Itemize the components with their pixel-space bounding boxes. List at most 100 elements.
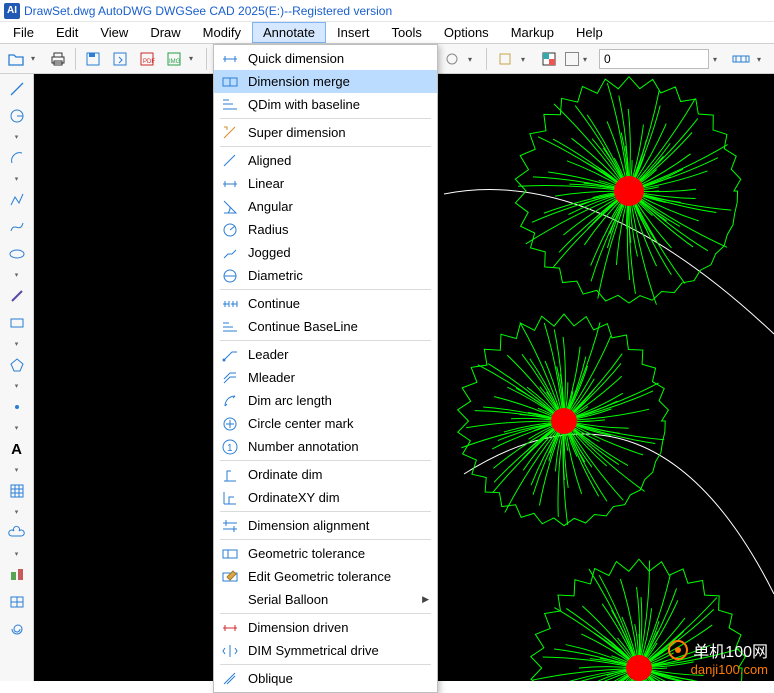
menu-item-linear[interactable]: Linear	[214, 172, 437, 195]
menu-item-continue-baseline[interactable]: Continue BaseLine	[214, 315, 437, 338]
saveas-button[interactable]	[108, 47, 132, 71]
menu-item-angular[interactable]: Angular	[214, 195, 437, 218]
menu-item-label: Edit Geometric tolerance	[248, 569, 429, 584]
menu-separator	[220, 664, 431, 665]
menu-view[interactable]: View	[89, 22, 139, 43]
annotate-menu: Quick dimensionDimension mergeQDim with …	[213, 44, 438, 693]
lineweight-dropdown[interactable]: ▾	[713, 55, 725, 64]
menu-item-number-annotation[interactable]: 1Number annotation	[214, 435, 437, 458]
polygon-tool-dd[interactable]: ▾	[5, 381, 29, 391]
menu-item-label: Dimension driven	[248, 620, 429, 635]
dimdrv-icon	[220, 619, 240, 637]
color-swatch[interactable]	[537, 47, 561, 71]
point-tool-dd[interactable]: ▾	[5, 423, 29, 433]
arc-tool[interactable]	[5, 147, 29, 169]
menu-markup[interactable]: Markup	[500, 22, 565, 43]
text-tool[interactable]: A	[5, 438, 29, 460]
menu-item-geometric-tolerance[interactable]: Geometric tolerance	[214, 542, 437, 565]
menu-options[interactable]: Options	[433, 22, 500, 43]
polygon-tool[interactable]	[5, 354, 29, 376]
menu-item-quick-dimension[interactable]: Quick dimension	[214, 47, 437, 70]
menu-edit[interactable]: Edit	[45, 22, 89, 43]
sdim-icon	[220, 124, 240, 142]
ellipse-tool-dd[interactable]: ▾	[5, 270, 29, 280]
menu-item-dimension-driven[interactable]: Dimension driven	[214, 616, 437, 639]
menu-item-dimension-alignment[interactable]: Dimension alignment	[214, 514, 437, 537]
arc-tool-dd[interactable]: ▾	[5, 174, 29, 184]
menu-tools[interactable]: Tools	[381, 22, 433, 43]
paint-dropdown[interactable]: ▾	[521, 55, 533, 64]
menu-modify[interactable]: Modify	[192, 22, 252, 43]
menu-item-edit-geometric-tolerance[interactable]: Edit Geometric tolerance	[214, 565, 437, 588]
line-tool[interactable]	[5, 78, 29, 100]
save-button[interactable]	[81, 47, 105, 71]
ellipse-tool[interactable]	[5, 243, 29, 265]
sballoon-icon	[220, 591, 240, 609]
layer-dropdown[interactable]: ▾	[468, 55, 480, 64]
cloud-tool-dd[interactable]: ▾	[5, 549, 29, 559]
circle-tool[interactable]	[5, 105, 29, 127]
color-box[interactable]	[565, 52, 579, 66]
hatch-tool[interactable]	[5, 480, 29, 502]
align-icon	[220, 152, 240, 170]
menu-item-dim-arc-length[interactable]: Dim arc length	[214, 389, 437, 412]
measure-distance-button[interactable]	[729, 47, 753, 71]
spiral-tool[interactable]	[5, 618, 29, 640]
menu-item-label: Aligned	[248, 153, 429, 168]
export-dropdown[interactable]: ▾	[189, 54, 201, 63]
menu-item-label: Radius	[248, 222, 429, 237]
menu-file[interactable]: File	[2, 22, 45, 43]
cloud-tool[interactable]	[5, 522, 29, 544]
menu-item-dim-symmetrical-drive[interactable]: DIM Symmetrical drive	[214, 639, 437, 662]
menu-annotate[interactable]: Annotate	[252, 22, 326, 43]
menu-item-serial-balloon[interactable]: Serial Balloon▶	[214, 588, 437, 611]
menu-item-leader[interactable]: Leader	[214, 343, 437, 366]
rectangle-tool-dd[interactable]: ▾	[5, 339, 29, 349]
layer-icon[interactable]	[440, 47, 464, 71]
polyline-tool[interactable]	[5, 189, 29, 211]
block-tool[interactable]	[5, 564, 29, 586]
lineweight-input[interactable]: 0	[599, 49, 709, 69]
menu-separator	[220, 613, 431, 614]
title-bar: AI DrawSet.dwg AutoDWG DWGSee CAD 2025(E…	[0, 0, 774, 22]
toolbar-separator-2	[206, 48, 207, 70]
dimalign-icon	[220, 517, 240, 535]
menu-item-oblique[interactable]: Oblique	[214, 667, 437, 690]
spline-tool[interactable]	[5, 216, 29, 238]
hatch-tool-dd[interactable]: ▾	[5, 507, 29, 517]
open-button[interactable]	[4, 47, 28, 71]
measure-dropdown[interactable]: ▾	[757, 55, 769, 64]
menu-item-ordinate-dim[interactable]: Ordinate dim	[214, 463, 437, 486]
leader-icon	[220, 346, 240, 364]
open-dropdown[interactable]: ▾	[31, 54, 43, 63]
menu-item-circle-center-mark[interactable]: Circle center mark	[214, 412, 437, 435]
menu-item-jogged[interactable]: Jogged	[214, 241, 437, 264]
menu-item-super-dimension[interactable]: Super dimension	[214, 121, 437, 144]
menu-insert[interactable]: Insert	[326, 22, 381, 43]
menu-separator	[220, 146, 431, 147]
menu-item-mleader[interactable]: Mleader	[214, 366, 437, 389]
pen-tool[interactable]	[5, 285, 29, 307]
circle-tool-dd[interactable]: ▾	[5, 132, 29, 142]
menu-item-ordinatexy-dim[interactable]: OrdinateXY dim	[214, 486, 437, 509]
menu-item-dimension-merge[interactable]: Dimension merge	[214, 70, 437, 93]
menu-help[interactable]: Help	[565, 22, 614, 43]
menu-item-qdim-with-baseline[interactable]: QDim with baseline	[214, 93, 437, 116]
watermark-text-bottom: danji100.com	[667, 662, 768, 677]
menu-item-aligned[interactable]: Aligned	[214, 149, 437, 172]
paint-icon[interactable]	[493, 47, 517, 71]
export-pdf-button[interactable]: PDF	[135, 47, 159, 71]
print-button[interactable]	[46, 47, 70, 71]
menu-separator	[220, 539, 431, 540]
menu-item-continue[interactable]: Continue	[214, 292, 437, 315]
color-dropdown[interactable]: ▾	[583, 55, 595, 64]
menu-item-diametric[interactable]: Diametric	[214, 264, 437, 287]
export-img-button[interactable]: IMG	[162, 47, 186, 71]
table-tool[interactable]	[5, 591, 29, 613]
menu-draw[interactable]: Draw	[139, 22, 191, 43]
rectangle-tool[interactable]	[5, 312, 29, 334]
menu-item-radius[interactable]: Radius	[214, 218, 437, 241]
menu-item-label: Dim arc length	[248, 393, 429, 408]
point-tool[interactable]	[5, 396, 29, 418]
text-tool-dd[interactable]: ▾	[5, 465, 29, 475]
